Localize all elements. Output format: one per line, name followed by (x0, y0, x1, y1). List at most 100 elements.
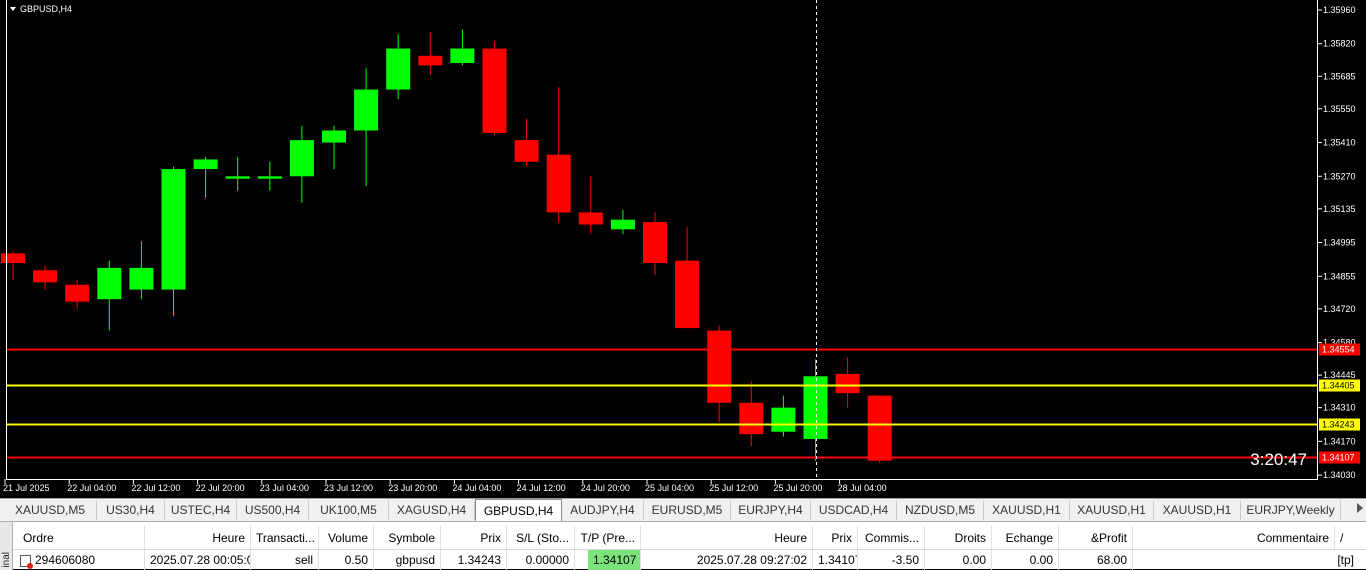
col-header-profit[interactable]: &Profit (1059, 526, 1133, 549)
terminal-side-tab[interactable]: inal (0, 522, 13, 570)
cell-heure: 2025.07.28 00:05:03 (145, 550, 251, 570)
tab-chart-3[interactable]: US500,H4 (237, 501, 309, 520)
candle (161, 166, 186, 317)
price-tick-label: 1.34310 (1323, 403, 1356, 413)
candle (803, 359, 828, 461)
candle (771, 395, 796, 437)
candle (193, 157, 218, 198)
price-level-label: 1.34554 (1322, 345, 1355, 355)
tab-chart-6[interactable]: GBPUSD,H4 (475, 499, 562, 521)
sort-marker: / (1340, 531, 1344, 545)
candle (1, 251, 25, 280)
cell-prix-close: 1.34107 (813, 550, 858, 570)
tab-scroll-right-icon[interactable] (1357, 503, 1363, 513)
chart-tabs-bar: XAUUSD,M5 US30,H4 USTEC,H4 US500,H4 UK100,M5… (0, 498, 1366, 521)
candle (354, 67, 379, 186)
cell-sl: 0.00000 (507, 550, 575, 570)
candle (707, 325, 732, 423)
candle (418, 31, 443, 76)
tab-chart-9[interactable]: EURJPY,H4 (731, 501, 811, 520)
price-level-label: 1.34243 (1322, 420, 1355, 430)
tab-chart-11[interactable]: NZDUSD,M5 (897, 501, 984, 520)
price-tick-label: 1.35960 (1323, 5, 1356, 15)
cell-prix: 1.34243 (441, 550, 507, 570)
candle-body (322, 130, 346, 143)
price-tick-label: 1.34995 (1323, 238, 1356, 248)
col-header-tp[interactable]: T/P (Pre... (575, 526, 641, 549)
cell-commission: -3.50 (858, 550, 925, 570)
tab-chart-15[interactable]: EURJPY,Weekly (1241, 501, 1341, 520)
candle-body (450, 48, 475, 64)
candle-body (289, 140, 314, 177)
cell-commentaire: [tp] (1337, 553, 1354, 567)
tab-chart-10[interactable]: USDCAD,H4 (811, 501, 897, 520)
candle-body (867, 395, 892, 461)
time-tick-label: 24 Jul 04:00 (452, 483, 501, 493)
col-header-sl[interactable]: S/L (Sto... (507, 526, 575, 549)
col-header-echange[interactable]: Echange (992, 526, 1059, 549)
candle-body (482, 48, 507, 133)
order-closed-icon (20, 554, 33, 569)
price-tick-label: 1.34170 (1323, 436, 1356, 446)
tab-chart-8[interactable]: EURUSD,M5 (644, 501, 731, 520)
tab-chart-13[interactable]: XAUUSD,H1 (1070, 501, 1154, 520)
col-header-volume[interactable]: Volume (319, 526, 374, 549)
tab-chart-0[interactable]: XAUUSD,M5 (4, 501, 97, 520)
tab-chart-5[interactable]: XAGUSD,H4 (389, 501, 475, 520)
col-header-transaction[interactable]: Transacti... (251, 526, 319, 549)
price-chart[interactable]: 1.35960 1.35820 1.35685 1.35550 1.35410 1.352… (0, 0, 1366, 498)
candle-body (97, 267, 122, 300)
col-header-commission[interactable]: Commis... (858, 526, 925, 549)
candle (643, 212, 667, 276)
col-header-heure-close[interactable]: Heure (641, 526, 813, 549)
history-row[interactable]: 294606080 2025.07.28 00:05:03 sell 0.50 … (13, 550, 1366, 570)
price-tick-label: 1.34445 (1323, 370, 1356, 380)
candle (482, 41, 507, 136)
candle (33, 265, 58, 290)
candle-body (225, 176, 250, 179)
col-header-prix-close[interactable]: Prix (813, 526, 858, 549)
candle (65, 279, 90, 309)
tab-chart-2[interactable]: USTEC,H4 (165, 501, 237, 520)
candle (514, 118, 539, 167)
candle (386, 34, 411, 100)
time-tick-label: 25 Jul 12:00 (709, 483, 758, 493)
chart-window[interactable]: 1.35960 1.35820 1.35685 1.35550 1.35410 1.352… (0, 0, 1366, 498)
col-header-droits[interactable]: Droits (925, 526, 992, 549)
time-tick-label: 23 Jul 12:00 (324, 483, 373, 493)
tab-chart-14[interactable]: XAUUSD,H1 (1154, 501, 1241, 520)
tab-chart-7[interactable]: AUDJPY,H4 (562, 501, 644, 520)
cell-ordre-value: 294606080 (35, 553, 96, 567)
price-axis: 1.35960 1.35820 1.35685 1.35550 1.35410 1.352… (1318, 5, 1356, 480)
time-tick-label: 25 Jul 04:00 (645, 483, 694, 493)
cell-volume: 0.50 (319, 550, 374, 570)
tab-chart-4[interactable]: UK100,M5 (309, 501, 389, 520)
history-header-row: Ordre Heure Transacti... Volume Symbole … (13, 526, 1366, 550)
price-tick-label: 1.35550 (1323, 104, 1356, 114)
col-header-ordre[interactable]: Ordre (13, 526, 145, 549)
col-header-prix[interactable]: Prix (441, 526, 507, 549)
tab-chart-12[interactable]: XAUUSD,H1 (984, 501, 1070, 520)
window-menu-icon[interactable] (10, 7, 16, 11)
candle (739, 381, 764, 447)
col-header-commentaire[interactable]: Commentaire (1133, 526, 1335, 549)
tab-chart-1[interactable]: US30,H4 (97, 501, 165, 520)
candle-body (193, 159, 218, 170)
candle (225, 157, 250, 191)
candle-body (514, 140, 539, 162)
col-header-heure[interactable]: Heure (145, 526, 251, 549)
candle-body (1, 253, 25, 264)
col-header-symbole[interactable]: Symbole (374, 526, 441, 549)
terminal-side-label: inal (1, 552, 12, 568)
candle-body (418, 55, 443, 66)
candle (610, 210, 635, 235)
price-tick-label: 1.35685 (1323, 71, 1356, 81)
price-tick-label: 1.34855 (1323, 271, 1356, 281)
price-tick-label: 1.35270 (1323, 171, 1356, 181)
cell-ordre: 294606080 (13, 550, 145, 570)
candle-body (257, 176, 282, 179)
time-tick-label: 24 Jul 12:00 (517, 483, 566, 493)
time-axis: 21 Jul 2025 22 Jul 04:00 22 Jul 12:00 22 Ju… (3, 479, 887, 493)
candle-body (161, 169, 186, 290)
cell-tp: 1.34107 (588, 550, 641, 570)
